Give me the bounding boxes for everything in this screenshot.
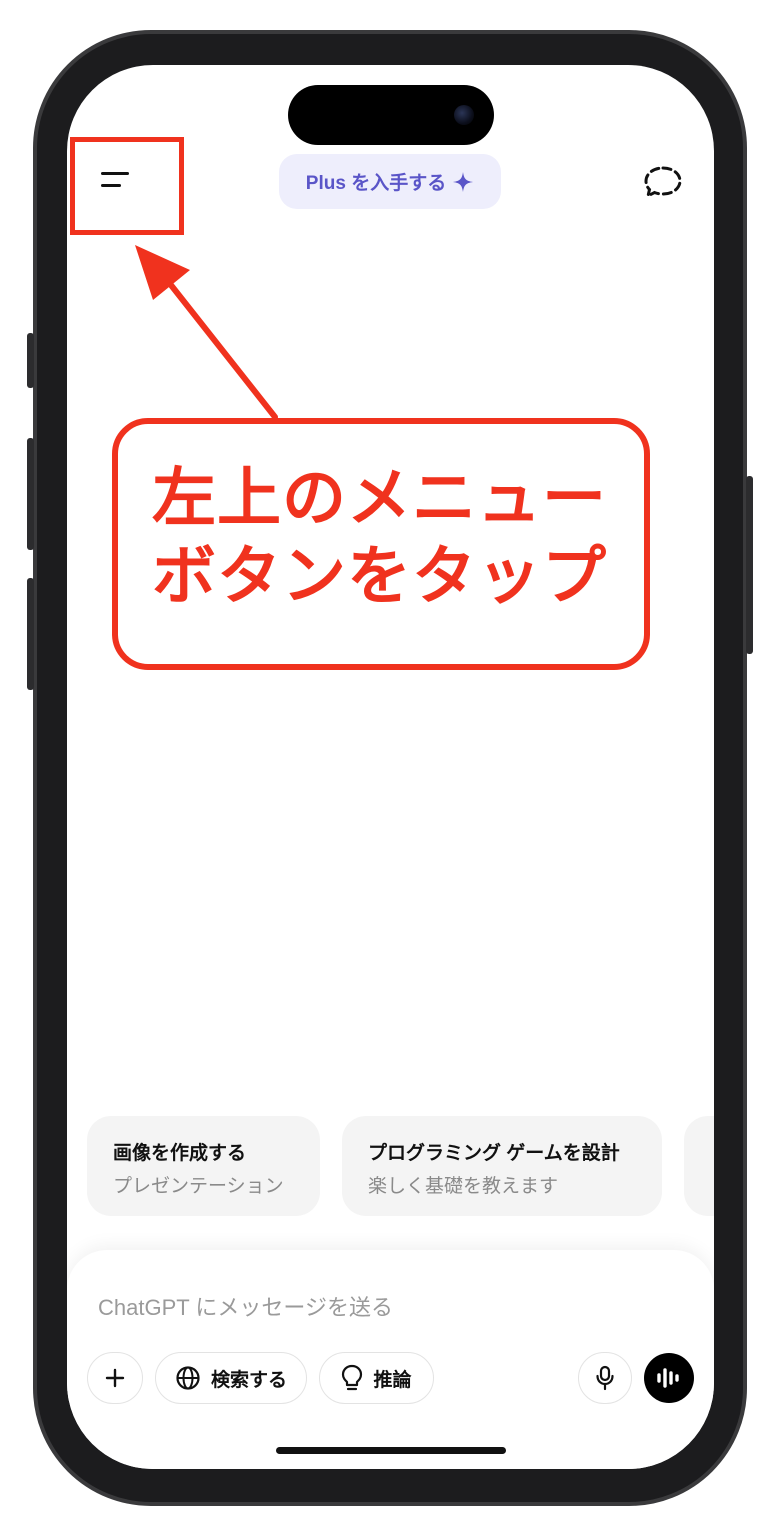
search-label: 検索する bbox=[210, 1369, 287, 1391]
get-plus-button[interactable]: Plus を入手する bbox=[279, 154, 501, 209]
sparkle-icon bbox=[453, 171, 474, 192]
suggestion-card-image[interactable]: 画像を作成する プレゼンテーション bbox=[87, 1116, 320, 1216]
home-indicator bbox=[276, 1447, 506, 1454]
highlight-box bbox=[70, 137, 184, 235]
volume-up-button bbox=[27, 438, 34, 550]
volume-down-button bbox=[27, 578, 34, 690]
suggestion-subtitle: 楽しく基礎を教えます bbox=[368, 1176, 559, 1197]
suggestion-subtitle: プレゼンテーション bbox=[113, 1176, 284, 1197]
app-screen: Plus を入手する 左上のメニュー ボタンをタップ 画像を作成する プレゼンテ… bbox=[67, 65, 714, 1469]
globe-icon bbox=[176, 1366, 200, 1390]
lightbulb-icon bbox=[342, 1364, 363, 1391]
callout-line-1: 左上のメニュー bbox=[152, 462, 607, 536]
plus-icon bbox=[105, 1368, 125, 1388]
dynamic-island bbox=[288, 85, 494, 145]
voice-mode-icon bbox=[657, 1368, 679, 1388]
message-input[interactable]: ChatGPT にメッセージを送る bbox=[98, 1290, 393, 1322]
dictation-button[interactable] bbox=[578, 1352, 632, 1404]
reason-label: 推論 bbox=[373, 1369, 412, 1391]
get-plus-label: Plus を入手する bbox=[305, 173, 447, 194]
search-button[interactable]: 検索する bbox=[155, 1352, 307, 1404]
reason-button[interactable]: 推論 bbox=[319, 1352, 434, 1404]
suggestion-title: 画像を作成する bbox=[113, 1143, 247, 1164]
power-button bbox=[746, 476, 753, 654]
suggestion-card-programming[interactable]: プログラミング ゲームを設計 楽しく基礎を教えます bbox=[342, 1116, 662, 1216]
voice-mode-button[interactable] bbox=[644, 1353, 694, 1403]
suggestion-card-partial[interactable] bbox=[684, 1116, 714, 1216]
action-button bbox=[27, 333, 34, 388]
instruction-callout: 左上のメニュー ボタンをタップ bbox=[112, 418, 650, 670]
front-camera bbox=[454, 105, 474, 125]
new-chat-icon[interactable] bbox=[642, 165, 684, 199]
message-composer: ChatGPT にメッセージを送る 検索する 推論 bbox=[67, 1250, 714, 1469]
add-attachment-button[interactable] bbox=[87, 1352, 143, 1404]
suggestion-title: プログラミング ゲームを設計 bbox=[368, 1143, 620, 1164]
callout-line-2: ボタンをタップ bbox=[152, 540, 607, 614]
microphone-icon bbox=[596, 1365, 614, 1391]
